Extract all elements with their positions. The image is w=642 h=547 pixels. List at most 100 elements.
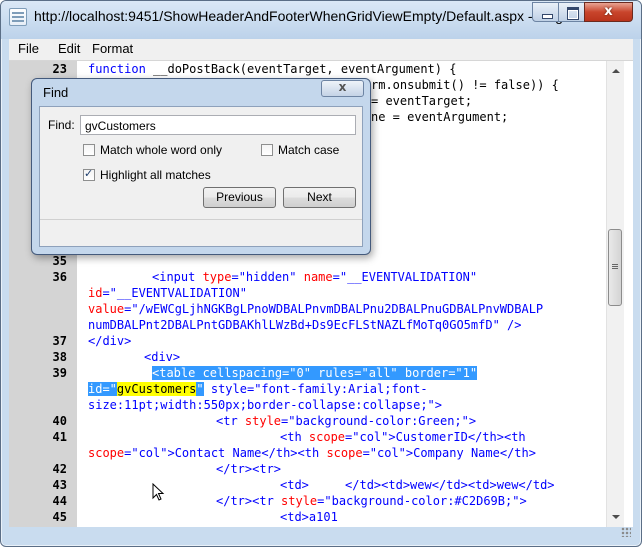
- code-value: ="col": [362, 446, 406, 460]
- close-button[interactable]: x: [584, 2, 633, 22]
- code-attr: style: [244, 414, 282, 428]
- find-label: Find:: [48, 118, 75, 132]
- match-case-label[interactable]: Match case: [278, 143, 339, 157]
- code-line: ne = eventArgument;: [371, 110, 509, 124]
- line-number: 35: [52, 254, 67, 268]
- code-line: function __doPostBack(eventTarget, event…: [88, 61, 456, 77]
- code-line: <div>: [144, 350, 181, 364]
- highlight-all-checkbox[interactable]: [83, 167, 95, 181]
- browser-source-window: http://localhost:9451/ShowHeaderAndFoote…: [0, 0, 642, 547]
- code-value: numDBALPnt2DBALPntGDBAKhlLWzBd+Ds9EcFLSt…: [88, 318, 500, 332]
- selection: id=": [88, 382, 117, 396]
- code-line: </tr><tr>: [216, 462, 282, 476]
- code-tag: >CustomerID</th><th: [388, 430, 526, 444]
- line-number: 44: [52, 494, 67, 508]
- title-bar[interactable]: http://localhost:9451/ShowHeaderAndFoote…: [1, 1, 641, 39]
- line-number: 41: [52, 430, 67, 444]
- code-line: = eventTarget;: [371, 94, 473, 108]
- window-title: http://localhost:9451/ShowHeaderAndFoote…: [34, 8, 586, 24]
- resize-grip-icon[interactable]: [621, 527, 631, 537]
- search-match: gvCustomers: [116, 382, 197, 396]
- code-line: <input type="hidden" name="__EVENTVALIDA…: [152, 269, 477, 285]
- code-value: ="hidden": [231, 270, 304, 284]
- line-number: 39: [52, 366, 67, 380]
- menu-format[interactable]: Format: [92, 41, 133, 56]
- line-number: 38: [52, 350, 67, 364]
- code-attr: name: [303, 270, 333, 284]
- code-tag: />: [499, 318, 522, 332]
- match-whole-word-checkbox[interactable]: [83, 144, 95, 156]
- code-tag: <input: [152, 270, 203, 284]
- line-number: 36: [52, 270, 67, 284]
- match-whole-word-label[interactable]: Match whole word only: [100, 143, 222, 157]
- menu-bar: File Edit Format: [9, 39, 633, 61]
- next-button[interactable]: Next: [283, 187, 356, 208]
- mouse-pointer-icon: [152, 483, 165, 501]
- menu-file[interactable]: File: [18, 41, 39, 56]
- code-tag: >Contact Name</th><th: [167, 446, 327, 460]
- minimize-button[interactable]: [532, 2, 559, 22]
- code-attr: style: [281, 494, 318, 508]
- code-attr: scope: [326, 446, 363, 460]
- code-value: ="__EVENTVALIDATION": [102, 286, 247, 300]
- line-number: 40: [52, 414, 67, 428]
- scroll-thumb[interactable]: [608, 229, 622, 306]
- code-text: __doPostBack(eventTarget, eventArgument)…: [145, 62, 457, 76]
- code-line: <td> </td><td>wew</td><td>wew</td>: [280, 478, 555, 492]
- code-line: id="gvCustomers" style="font-family:Aria…: [88, 381, 428, 397]
- code-tag: >Company Name</th>: [405, 446, 536, 460]
- close-icon: x: [604, 4, 613, 19]
- code-value: ="col": [124, 446, 168, 460]
- menu-edit[interactable]: Edit: [58, 41, 80, 56]
- highlight-all-label[interactable]: Highlight all matches: [100, 168, 211, 182]
- scroll-down-icon[interactable]: [609, 509, 622, 525]
- code-line: size:11pt;width:550px;border-collapse:co…: [88, 398, 443, 412]
- find-dialog-title: Find: [43, 85, 69, 100]
- code-tag: <th: [280, 430, 309, 444]
- code-attr: scope: [308, 430, 346, 444]
- code-tag: </tr><tr: [216, 494, 282, 508]
- vertical-scrollbar[interactable]: [606, 61, 624, 527]
- code-value: ="background-color:Green;": [281, 414, 469, 428]
- find-close-button[interactable]: x: [321, 80, 364, 97]
- code-keyword: function: [88, 62, 146, 76]
- line-number: 37: [52, 334, 67, 348]
- code-value: ="col": [345, 430, 389, 444]
- code-line: rm.onsubmit() != false)) {: [371, 78, 559, 92]
- code-value: ="background-color:#C2D69B;": [317, 494, 520, 508]
- find-dialog: Find x Find: gvCustomers Match whole wor…: [31, 78, 371, 255]
- find-input[interactable]: gvCustomers: [80, 115, 356, 135]
- code-value: style="font-family:Arial;font-: [203, 382, 428, 396]
- code-tag: <tr: [216, 414, 245, 428]
- code-line: <td>a101: [280, 510, 338, 524]
- code-attr: type: [202, 270, 232, 284]
- code-attr: id: [88, 286, 103, 300]
- match-case-checkbox[interactable]: [261, 144, 273, 156]
- maximize-button[interactable]: [558, 2, 585, 22]
- scroll-up-icon[interactable]: [609, 63, 622, 79]
- code-line: <th scope="col">CustomerID</th><th: [280, 429, 526, 445]
- previous-button[interactable]: Previous: [203, 187, 276, 208]
- code-line: </tr><tr style="background-color:#C2D69B…: [216, 493, 527, 509]
- code-line-selected: <table cellspacing="0" rules="all" borde…: [152, 365, 478, 381]
- page-icon: [9, 8, 27, 26]
- code-attr: value: [88, 302, 125, 316]
- status-bar: [9, 527, 633, 539]
- code-line: value="/wEWCgLjhNGKBgLPnoWDBALPnvmDBALPn…: [88, 301, 543, 317]
- code-line: numDBALPnt2DBALPntGDBAKhlLWzBd+Ds9EcFLSt…: [88, 317, 522, 333]
- divider: [40, 219, 362, 220]
- code-value: ="/wEWCgLjhNGKBgLPnoWDBALPnvmDBALPnu2DBA…: [124, 302, 544, 316]
- find-dialog-body: Find: gvCustomers Match whole word only …: [39, 106, 363, 247]
- code-line: scope="col">Contact Name</th><th scope="…: [88, 445, 536, 461]
- code-line: </div>: [88, 334, 132, 348]
- selection: <table cellspacing="0" rules="all" borde…: [152, 366, 478, 380]
- code-tag: >: [519, 494, 527, 508]
- line-number: 43: [52, 478, 67, 492]
- selection: ": [196, 382, 204, 396]
- code-attr: scope: [88, 446, 125, 460]
- code-line: <tr style="background-color:Green;">: [216, 413, 476, 429]
- code-value: ="__EVENTVALIDATION": [332, 270, 478, 284]
- line-number: 23: [52, 62, 67, 76]
- line-number: 42: [52, 462, 67, 476]
- line-number: 45: [52, 510, 67, 524]
